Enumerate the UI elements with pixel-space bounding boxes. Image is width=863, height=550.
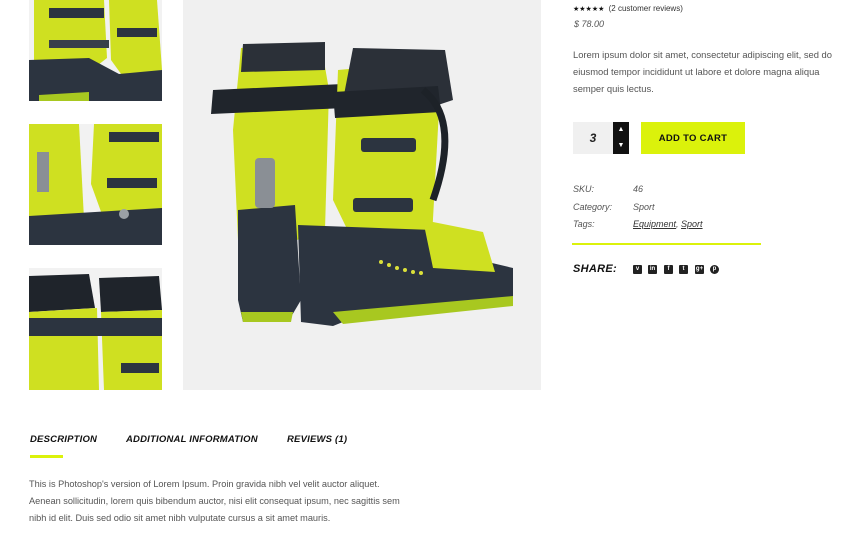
- quantity-stepper[interactable]: 3 ▲ ▼: [573, 122, 629, 154]
- tab-description[interactable]: DESCRIPTION: [30, 434, 97, 445]
- quantity-input[interactable]: 3: [573, 122, 613, 154]
- linkedin-icon[interactable]: in: [648, 265, 657, 274]
- tab-additional-information[interactable]: ADDITIONAL INFORMATION: [126, 434, 258, 445]
- product-thumbnail-3[interactable]: [29, 268, 162, 390]
- product-rating: ★★★★★ (2 customer reviews): [573, 4, 683, 13]
- product-thumbnail-1[interactable]: [29, 0, 162, 101]
- add-to-cart-button[interactable]: ADD TO CART: [641, 122, 745, 154]
- chevron-down-icon[interactable]: ▼: [613, 138, 629, 154]
- product-thumbnail-2[interactable]: [29, 124, 162, 245]
- tag-link-equipment[interactable]: Equipment: [633, 219, 676, 229]
- ski-boot-image: [29, 268, 162, 390]
- divider: [572, 243, 761, 245]
- product-main-image[interactable]: [183, 0, 541, 390]
- chevron-up-icon[interactable]: ▲: [613, 122, 629, 138]
- product-price: $ 78.00: [574, 19, 605, 29]
- google-plus-icon[interactable]: g+: [695, 265, 704, 274]
- facebook-icon[interactable]: f: [664, 265, 673, 274]
- pinterest-icon[interactable]: p: [710, 265, 719, 274]
- product-short-description: Lorem ipsum dolor sit amet, consectetur …: [573, 49, 832, 94]
- tags-list: Equipment, Sport: [633, 219, 703, 229]
- active-tab-indicator: [30, 455, 63, 458]
- tag-link-sport[interactable]: Sport: [681, 219, 703, 229]
- ski-boot-image: [29, 0, 162, 101]
- rating-stars-icon: ★★★★★: [573, 6, 605, 13]
- sku-value: 46: [633, 184, 644, 194]
- customer-reviews-link[interactable]: (2 customer reviews): [609, 4, 683, 13]
- category-label: Category:: [573, 202, 613, 212]
- sku-label: SKU:: [573, 184, 595, 194]
- twitter-icon[interactable]: t: [679, 265, 688, 274]
- ski-boots-image: [183, 0, 541, 390]
- description-text: This is Photoshop's version of Lorem Ips…: [29, 479, 400, 523]
- vimeo-icon[interactable]: v: [633, 265, 642, 274]
- category-value[interactable]: Sport: [633, 202, 655, 212]
- ski-boot-image: [29, 124, 162, 245]
- tab-reviews[interactable]: REVIEWS (1): [287, 434, 347, 445]
- tags-label: Tags:: [573, 219, 595, 229]
- share-label: SHARE:: [573, 263, 617, 275]
